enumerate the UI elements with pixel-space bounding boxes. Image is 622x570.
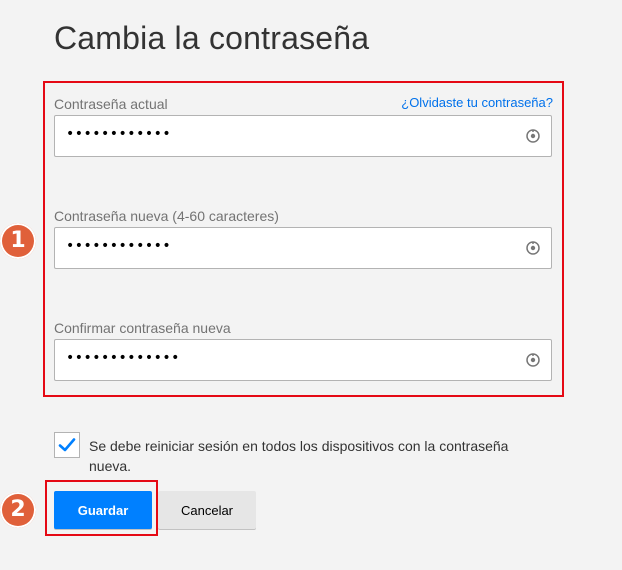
current-password-value: •••••••••••• xyxy=(66,126,172,142)
checkmark-icon xyxy=(58,438,76,452)
step-2-badge: 2 xyxy=(0,492,36,528)
new-password-label: Contraseña nueva (4-60 caracteres) xyxy=(54,208,279,224)
cancel-button[interactable]: Cancelar xyxy=(158,491,256,529)
reveal-password-icon[interactable] xyxy=(525,128,541,144)
confirm-password-label: Confirmar contraseña nueva xyxy=(54,320,231,336)
page-title: Cambia la contraseña xyxy=(54,20,370,56)
confirm-password-value: ••••••••••••• xyxy=(66,350,180,366)
current-password-input[interactable]: •••••••••••• xyxy=(54,115,552,157)
step-1-badge: 1 xyxy=(0,223,36,259)
forgot-password-link[interactable]: ¿Olvidaste tu contraseña? xyxy=(401,95,553,110)
reveal-password-icon[interactable] xyxy=(525,240,541,256)
confirm-password-input[interactable]: ••••••••••••• xyxy=(54,339,552,381)
signout-all-devices-checkbox[interactable] xyxy=(54,432,80,458)
save-button[interactable]: Guardar xyxy=(54,491,152,529)
signout-all-devices-label: Se debe reiniciar sesión en todos los di… xyxy=(89,438,509,474)
reveal-password-icon[interactable] xyxy=(525,352,541,368)
new-password-input[interactable]: •••••••••••• xyxy=(54,227,552,269)
current-password-label: Contraseña actual xyxy=(54,96,168,112)
new-password-value: •••••••••••• xyxy=(66,238,172,254)
